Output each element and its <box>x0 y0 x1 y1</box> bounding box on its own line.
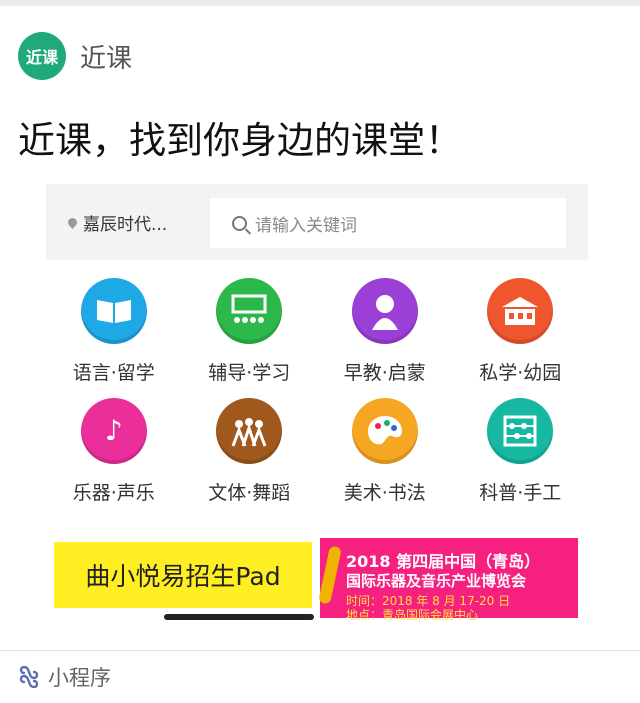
message-card[interactable]: 近课 近课 近课，找到你身边的课堂！ 嘉辰时代... 请输入关键词 语言·留学 <box>0 6 640 703</box>
category-item-language[interactable]: 语言·留学 <box>46 278 182 386</box>
preview-image[interactable]: 嘉辰时代... 请输入关键词 语言·留学 辅导·学习 早教·启蒙 私学·幼园 ♪… <box>46 184 588 620</box>
mini-program-label: 小程序 <box>48 666 111 690</box>
expo-subtitle: 国际乐器及音乐产业博览会 <box>346 572 527 590</box>
category-label: 早教·启蒙 <box>343 362 426 384</box>
book-icon <box>80 278 147 344</box>
saxophone-icon <box>318 545 342 605</box>
category-label: 私学·幼园 <box>479 362 562 384</box>
search-icon <box>232 215 247 231</box>
search-bar: 嘉辰时代... 请输入关键词 <box>46 184 588 260</box>
search-input[interactable]: 请输入关键词 <box>210 198 566 248</box>
palette-icon <box>351 398 418 464</box>
abacus-icon <box>487 398 554 464</box>
mini-program-icon <box>18 666 40 688</box>
card-headline: 近课，找到你身边的课堂！ <box>18 119 462 162</box>
category-item-private-school[interactable]: 私学·幼园 <box>453 278 589 386</box>
expo-title: 2018 第四届中国（青岛） <box>346 552 541 571</box>
music-icon: ♪ <box>80 398 147 464</box>
category-label: 美术·书法 <box>343 482 426 504</box>
scroll-indicator <box>164 614 314 620</box>
category-item-music[interactable]: ♪ 乐器·声乐 <box>46 398 182 506</box>
classroom-icon <box>216 278 283 344</box>
category-grid: 语言·留学 辅导·学习 早教·启蒙 私学·幼园 ♪ 乐器·声乐 文体·舞蹈 美术… <box>46 278 588 506</box>
banner-recruitment-pad[interactable]: 曲小悦易招生Pad <box>54 542 312 608</box>
category-label: 语言·留学 <box>72 362 155 384</box>
category-label: 辅导·学习 <box>208 362 291 384</box>
expo-place: 地点：青岛国际会展中心 <box>346 608 479 620</box>
banner-music-expo[interactable]: 2018 第四届中国（青岛） 国际乐器及音乐产业博览会 时间：2018 年 8 … <box>318 538 578 620</box>
search-placeholder: 请输入关键词 <box>255 215 357 236</box>
category-item-sports-dance[interactable]: 文体·舞蹈 <box>182 398 318 506</box>
app-logo: 近课 <box>18 32 66 80</box>
category-label: 科普·手工 <box>479 482 562 504</box>
category-item-art[interactable]: 美术·书法 <box>317 398 453 506</box>
school-building-icon <box>487 278 554 344</box>
category-label: 乐器·声乐 <box>72 482 155 504</box>
banner-area: 曲小悦易招生Pad 2018 第四届中国（青岛） 国际乐器及音乐产业博览会 时间… <box>46 534 588 620</box>
dance-icon <box>216 398 283 464</box>
category-item-early-education[interactable]: 早教·启蒙 <box>317 278 453 386</box>
child-icon <box>351 278 418 344</box>
category-item-tutoring[interactable]: 辅导·学习 <box>182 278 318 386</box>
mini-program-footer: 小程序 <box>0 650 640 703</box>
category-item-science-craft[interactable]: 科普·手工 <box>453 398 589 506</box>
location-selector[interactable]: 嘉辰时代... <box>66 210 168 235</box>
app-name: 近课 <box>80 43 133 74</box>
category-label: 文体·舞蹈 <box>208 482 291 504</box>
location-pin-icon <box>66 216 79 229</box>
card-header: 近课 近课 <box>18 31 132 81</box>
location-label: 嘉辰时代... <box>83 215 168 235</box>
